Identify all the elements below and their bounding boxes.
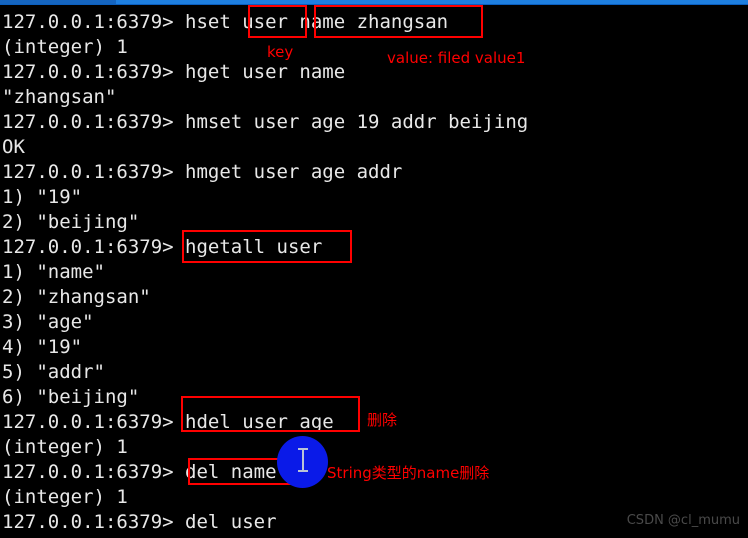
terminal-line: 1) "name" [2,261,105,283]
titlebar-right-accent [116,0,748,4]
terminal-line: 127.0.0.1:6379> hdel user age [2,411,334,433]
del-name-label: String类型的name删除 [327,464,490,482]
terminal-line: 2) "zhangsan" [2,286,151,308]
ibeam-bottom-cap [298,470,308,472]
terminal-line: 4) "19" [2,336,83,358]
value-label: value: filed value1 [387,49,526,67]
terminal-line: (integer) 1 [2,36,128,58]
terminal-line: 127.0.0.1:6379> del name [2,461,277,483]
terminal-line: 127.0.0.1:6379> hget user name [2,61,346,83]
terminal-line: 2) "beijing" [2,211,140,233]
terminal-line: 127.0.0.1:6379> hgetall user [2,236,323,258]
terminal-line: 1) "19" [2,186,83,208]
terminal-line: "zhangsan" [2,86,117,108]
terminal-line: 127.0.0.1:6379> del user [2,511,277,533]
terminal-line: (integer) 1 [2,436,128,458]
terminal-line: 5) "addr" [2,361,105,383]
text-cursor-icon [298,448,308,472]
terminal-window: 127.0.0.1:6379> hset user name zhangsan … [0,0,748,538]
key-label: key [267,43,294,61]
titlebar-left-accent [0,0,116,4]
terminal-output-area[interactable]: 127.0.0.1:6379> hset user name zhangsan … [0,5,748,538]
ibeam-stem [302,450,304,470]
terminal-line: (integer) 1 [2,486,128,508]
terminal-line: 127.0.0.1:6379> hmset user age 19 addr b… [2,111,529,133]
terminal-line: 127.0.0.1:6379> hmget user age addr [2,161,403,183]
terminal-line: 6) "beijing" [2,386,140,408]
watermark-text: CSDN @cl_mumu [626,513,740,528]
terminal-line: 127.0.0.1:6379> hset user name zhangsan [2,11,449,33]
terminal-line: 3) "age" [2,311,94,333]
hdel-label: 删除 [367,411,398,429]
terminal-line: OK [2,136,25,158]
